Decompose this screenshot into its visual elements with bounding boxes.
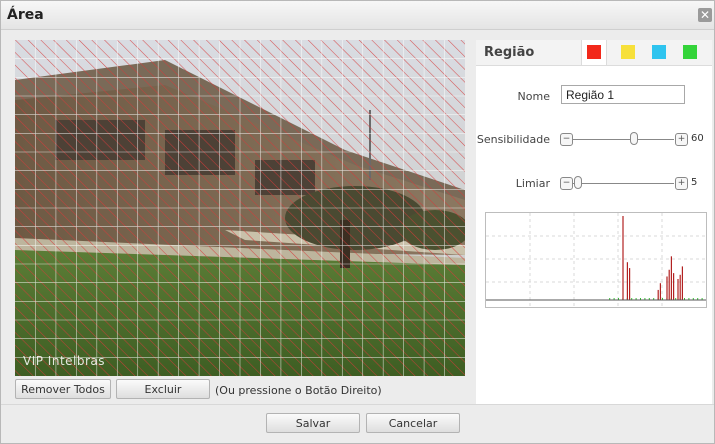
color-red-fill [587,45,601,59]
sensitivity-slider[interactable]: − + 60 [560,132,706,147]
threshold-label: Limiar [515,177,550,190]
color-swatch-yellow[interactable] [621,45,635,59]
camera-preview[interactable]: VIP Intelbras [15,40,465,376]
threshold-minus-icon[interactable]: − [560,177,573,190]
cancel-button[interactable]: Cancelar [366,413,460,433]
threshold-plus-icon[interactable]: + [675,177,688,190]
activity-bar [679,274,681,300]
sensitivity-track [573,139,674,140]
delete-button[interactable]: Excluir [116,379,210,399]
threshold-track [573,183,674,184]
area-dialog: Área ✕ VIP Intelbras Remover Todos Exclu… [0,0,715,444]
activity-bar [657,289,659,300]
activity-bar [670,256,672,300]
region-name-input[interactable] [561,85,685,104]
sensitivity-minus-icon[interactable]: − [560,133,573,146]
camera-scene [15,40,465,376]
sensitivity-label: Sensibilidade [476,133,550,146]
threshold-value: 5 [691,177,698,188]
region-panel: Região Nome Sensibilidade − + 60 Limiar … [476,40,712,404]
right-click-hint: (Ou pressione o Botão Direito) [215,384,382,397]
activity-graph-svg [486,213,706,307]
region-title: Região [484,45,535,60]
color-swatch-cyan[interactable] [652,45,666,59]
color-swatch-red[interactable] [581,40,607,65]
watermark-text: VIP Intelbras [23,354,106,368]
save-button[interactable]: Salvar [266,413,360,433]
activity-bar [659,283,661,300]
dialog-title: Área [7,7,44,23]
activity-bar [673,273,675,300]
sensitivity-value: 60 [691,133,704,144]
activity-bar [681,266,683,300]
threshold-slider[interactable]: − + 5 [560,176,706,191]
remove-all-button[interactable]: Remover Todos [15,379,111,399]
color-swatch-green[interactable] [683,45,697,59]
activity-bar [629,268,631,300]
title-bar: Área ✕ [1,1,714,30]
threshold-thumb[interactable] [574,176,583,189]
close-icon[interactable]: ✕ [698,8,712,22]
activity-bar [626,262,628,300]
activity-bar [677,279,679,300]
region-header: Região [476,40,712,66]
motion-activity-graph [485,212,707,308]
activity-bar [622,216,624,300]
sensitivity-plus-icon[interactable]: + [675,133,688,146]
activity-bar [668,269,670,300]
sensitivity-thumb[interactable] [629,132,638,145]
name-label: Nome [517,90,550,103]
footer-divider [1,404,714,405]
activity-bar [666,276,668,300]
